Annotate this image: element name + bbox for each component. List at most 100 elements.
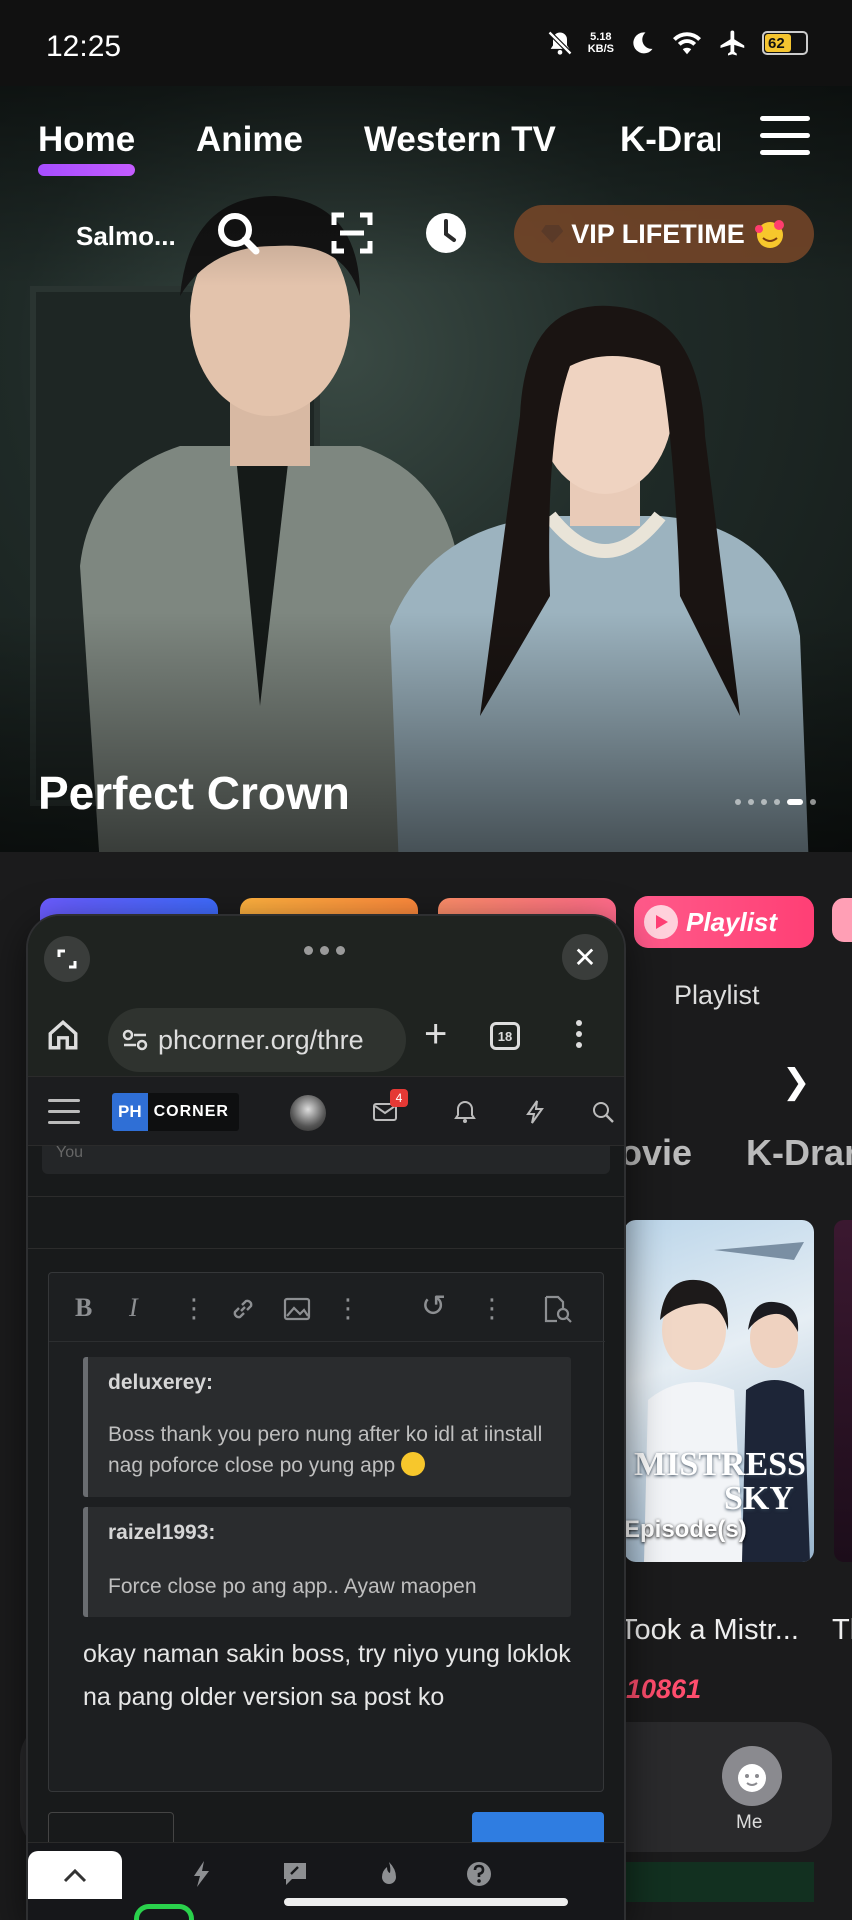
card-title[interactable]: Took a Mistr... bbox=[620, 1614, 799, 1647]
site-logo[interactable]: PH CORNER bbox=[112, 1093, 239, 1131]
net-speed-unit: KB/S bbox=[587, 43, 614, 55]
close-window-button[interactable]: ✕ bbox=[562, 934, 608, 980]
scroll-top-button[interactable] bbox=[28, 1851, 122, 1899]
battery-level: 62 bbox=[768, 34, 785, 52]
floating-app-badge[interactable] bbox=[134, 1904, 194, 1920]
scan-icon[interactable] bbox=[328, 209, 376, 257]
vip-label: VIP LIFETIME bbox=[571, 218, 745, 249]
moon-icon bbox=[633, 32, 653, 54]
bold-icon[interactable]: B bbox=[75, 1293, 92, 1323]
window-drag-handle[interactable] bbox=[304, 946, 345, 955]
editor-toolbar: B I ⋮ ⋮ ↺ ⋮ bbox=[49, 1273, 605, 1341]
section-tab-k-drama[interactable]: K-Dran bbox=[746, 1132, 852, 1173]
playlist-pill-label: Playlist bbox=[686, 906, 778, 937]
tab-switcher-button[interactable]: 18 bbox=[490, 1022, 520, 1050]
chevron-right-icon[interactable]: ❯ bbox=[782, 1062, 811, 1102]
app-screen: 12:25 5.18 KB/S 62 Perfect Crown Home An… bbox=[0, 0, 852, 1920]
poster-title-line-2: SKY bbox=[724, 1480, 794, 1517]
carousel-dot[interactable] bbox=[761, 799, 767, 805]
preview-icon[interactable] bbox=[543, 1295, 573, 1323]
diamond-icon bbox=[541, 225, 564, 243]
status-time: 12:25 bbox=[46, 30, 122, 63]
reaction-you: You bbox=[56, 1144, 83, 1161]
whats-new-lightning-icon[interactable] bbox=[186, 1859, 216, 1889]
site-settings-icon[interactable] bbox=[122, 1029, 148, 1051]
partial-card-below bbox=[624, 1862, 814, 1902]
user-avatar[interactable] bbox=[290, 1095, 326, 1131]
category-tabs: Home Anime Western TV K-Drama bbox=[0, 110, 852, 176]
more-insert-icon[interactable]: ⋮ bbox=[335, 1293, 361, 1324]
episode-count: Episode(s) bbox=[624, 1516, 747, 1543]
section-tab-movie[interactable]: ovie bbox=[620, 1132, 692, 1173]
italic-icon[interactable]: I bbox=[129, 1293, 138, 1323]
smiling-hearts-emoji-icon bbox=[754, 220, 784, 248]
editor-toolbar-divider bbox=[49, 1341, 605, 1342]
image-icon[interactable] bbox=[283, 1297, 311, 1321]
next-poster[interactable] bbox=[834, 1220, 852, 1562]
undo-icon[interactable]: ↺ bbox=[421, 1289, 446, 1324]
quote-author: raizel1993: bbox=[108, 1521, 216, 1544]
quote-text: Boss thank you pero nung after ko idl at… bbox=[108, 1419, 555, 1481]
carousel-dot[interactable] bbox=[774, 799, 780, 805]
help-icon[interactable] bbox=[464, 1859, 494, 1889]
tab-k-drama[interactable]: K-Drama bbox=[620, 120, 720, 160]
mute-bell-icon bbox=[547, 30, 572, 56]
tab-home[interactable]: Home bbox=[38, 120, 136, 176]
browser-header: ✕ phcorner.org/thre + 18 bbox=[28, 916, 624, 1076]
divider bbox=[28, 1196, 624, 1197]
more-format-icon[interactable]: ⋮ bbox=[181, 1293, 207, 1324]
next-card-title[interactable]: Th bbox=[832, 1614, 852, 1647]
expand-icon bbox=[57, 949, 77, 969]
home-indicator[interactable] bbox=[284, 1898, 568, 1906]
home-icon[interactable] bbox=[46, 1018, 80, 1052]
search-icon[interactable] bbox=[214, 209, 262, 257]
divider bbox=[28, 1248, 624, 1249]
reply-editor[interactable]: B I ⋮ ⋮ ↺ ⋮ deluxerey: Boss thank you pe… bbox=[48, 1272, 605, 1792]
vip-lifetime-button[interactable]: VIP LIFETIME bbox=[514, 205, 814, 263]
hero-title[interactable]: Perfect Crown bbox=[38, 766, 350, 820]
carousel-dot[interactable] bbox=[810, 799, 816, 805]
hero-banner[interactable]: Perfect Crown bbox=[0, 86, 852, 852]
inbox-badge: 4 bbox=[390, 1089, 408, 1107]
shortcut-pill-5[interactable] bbox=[832, 898, 852, 942]
card-heat-count: 10861 bbox=[626, 1674, 702, 1704]
playlist-shortcut[interactable]: Playlist bbox=[634, 896, 814, 948]
history-clock-icon[interactable] bbox=[422, 209, 470, 257]
menu-button[interactable] bbox=[760, 116, 810, 160]
carousel-dot[interactable] bbox=[787, 799, 803, 805]
tab-western-tv[interactable]: Western TV bbox=[364, 120, 556, 160]
carousel-dot[interactable] bbox=[748, 799, 754, 805]
reply-text[interactable]: okay naman sakin boss, try niyo yung lok… bbox=[83, 1633, 583, 1719]
airplane-icon bbox=[720, 30, 745, 56]
site-bottom-bar bbox=[28, 1842, 624, 1920]
lightning-icon[interactable] bbox=[522, 1099, 548, 1125]
expand-window-button[interactable] bbox=[44, 936, 90, 982]
carousel-indicator bbox=[735, 799, 816, 805]
me-avatar-icon[interactable] bbox=[722, 1746, 782, 1806]
site-logo-ph: PH bbox=[112, 1093, 148, 1131]
drama-poster[interactable]: MISTRESS SKY Episode(s) bbox=[624, 1220, 814, 1562]
new-tab-button[interactable]: + bbox=[424, 1014, 447, 1054]
quote-text: Force close po ang app.. Ayaw maopen bbox=[108, 1575, 477, 1598]
new-post-icon[interactable] bbox=[280, 1859, 310, 1889]
play-icon bbox=[644, 905, 678, 939]
tab-anime[interactable]: Anime bbox=[196, 120, 303, 160]
more-tools-icon[interactable]: ⋮ bbox=[479, 1293, 505, 1324]
poster-title-art: MISTRESS SKY bbox=[634, 1448, 806, 1516]
link-icon[interactable] bbox=[229, 1295, 257, 1323]
search-hint-label[interactable]: Salmo... bbox=[76, 221, 176, 252]
bell-icon[interactable] bbox=[452, 1099, 478, 1125]
net-speed-value: 5.18 bbox=[590, 31, 612, 43]
search-icon[interactable] bbox=[590, 1099, 616, 1125]
carousel-dot[interactable] bbox=[735, 799, 741, 805]
status-bar: 12:25 5.18 KB/S 62 bbox=[0, 0, 852, 86]
more-options-button[interactable] bbox=[576, 1020, 584, 1053]
trending-flame-icon[interactable] bbox=[374, 1859, 404, 1889]
tool-row: Salmo... VIP LIFETIME bbox=[0, 205, 852, 265]
wifi-icon bbox=[673, 32, 701, 55]
address-bar[interactable]: phcorner.org/thre bbox=[108, 1008, 406, 1072]
me-label[interactable]: Me bbox=[736, 1812, 762, 1834]
site-navbar: PH CORNER 4 bbox=[28, 1076, 624, 1146]
site-menu-button[interactable] bbox=[48, 1099, 80, 1132]
battery-icon: 62 bbox=[762, 31, 808, 55]
